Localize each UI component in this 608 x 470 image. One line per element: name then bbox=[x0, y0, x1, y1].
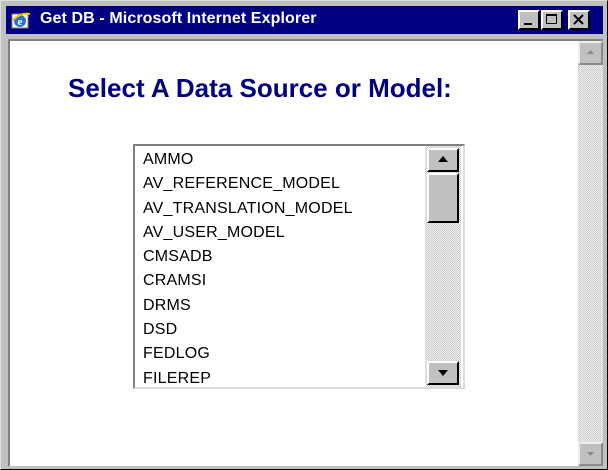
listbox-scroll-thumb[interactable] bbox=[427, 173, 459, 223]
internet-explorer-icon[interactable]: e bbox=[10, 9, 32, 31]
maximize-button[interactable] bbox=[541, 10, 563, 30]
arrow-down-icon bbox=[587, 452, 594, 456]
close-button[interactable] bbox=[568, 10, 590, 30]
list-item[interactable]: DSD bbox=[143, 318, 425, 342]
list-item[interactable]: AMMO bbox=[143, 148, 425, 172]
browser-window: e Get DB - Microsoft Internet Explorer S… bbox=[0, 0, 608, 470]
list-item[interactable]: CRAMSI bbox=[143, 269, 425, 293]
arrow-up-icon bbox=[587, 50, 594, 54]
title-bar[interactable]: e Get DB - Microsoft Internet Explorer bbox=[6, 6, 603, 34]
list-item[interactable]: AV_TRANSLATION_MODEL bbox=[143, 197, 425, 221]
list-item[interactable]: AV_USER_MODEL bbox=[143, 221, 425, 245]
svg-text:e: e bbox=[18, 16, 23, 28]
arrow-down-icon bbox=[438, 370, 448, 376]
data-source-list: AMMO AV_REFERENCE_MODEL AV_TRANSLATION_MOD… bbox=[143, 148, 425, 391]
minimize-button[interactable] bbox=[518, 10, 540, 30]
minimize-icon bbox=[524, 23, 532, 25]
page-vertical-scrollbar[interactable] bbox=[578, 41, 603, 466]
list-item[interactable]: AV_REFERENCE_MODEL bbox=[143, 172, 425, 196]
listbox-scrollbar[interactable] bbox=[425, 146, 461, 387]
list-item[interactable]: FEDLOG bbox=[143, 342, 425, 366]
list-item[interactable]: CMSADB bbox=[143, 245, 425, 269]
listbox-scroll-down-button[interactable] bbox=[427, 361, 459, 385]
page-scroll-up-button[interactable] bbox=[578, 41, 603, 65]
data-source-listbox[interactable]: AMMO AV_REFERENCE_MODEL AV_TRANSLATION_MOD… bbox=[133, 144, 465, 389]
page-scroll-down-button[interactable] bbox=[578, 442, 603, 466]
maximize-icon bbox=[546, 14, 557, 24]
listbox-scroll-up-button[interactable] bbox=[427, 148, 459, 172]
close-icon bbox=[573, 14, 584, 25]
list-item[interactable]: FILEREP bbox=[143, 367, 425, 391]
list-item[interactable]: DRMS bbox=[143, 294, 425, 318]
page-heading: Select A Data Source or Model: bbox=[68, 73, 452, 103]
window-title: Get DB - Microsoft Internet Explorer bbox=[40, 10, 317, 27]
arrow-up-icon bbox=[438, 156, 448, 162]
